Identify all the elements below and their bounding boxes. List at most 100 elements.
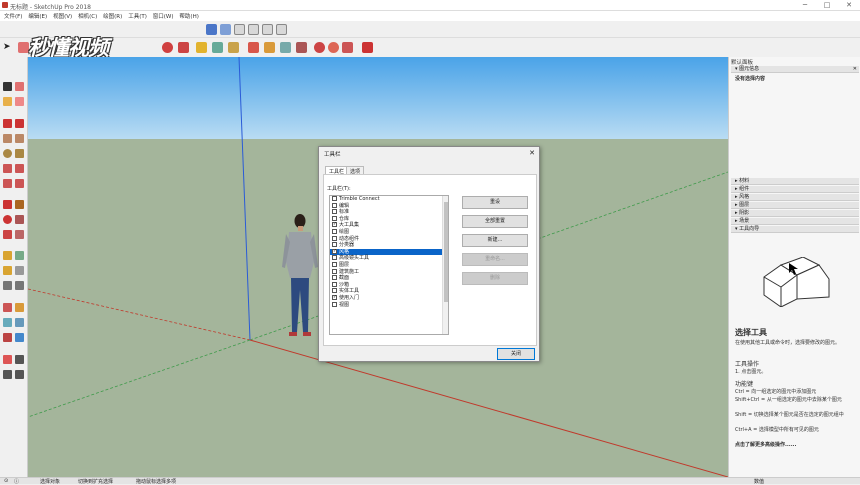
minimize-icon[interactable]: ─ [798,1,812,9]
follow-me-icon[interactable] [15,215,24,224]
toolbar-checkbox[interactable] [332,209,337,215]
rename-button[interactable]: 重命名... [462,253,528,266]
toolbar-checkbox[interactable] [332,215,337,221]
zoom-extents-tool-icon[interactable] [3,333,12,342]
orbit-tool-icon[interactable] [3,303,12,312]
new-toolbar-button[interactable]: 新建... [462,234,528,247]
toolbar-list-item[interactable]: 图层 [330,261,448,269]
toolbar-list-item[interactable]: ✓ 大工具集 [330,222,448,229]
tray-section-components[interactable]: ▸ 组件 [731,186,859,193]
line-icon[interactable] [3,119,12,128]
zoom-window-icon[interactable] [15,318,24,327]
rotate-icon[interactable] [162,42,173,53]
protractor-icon[interactable] [3,266,12,275]
ruby-icon[interactable] [362,42,373,53]
rectangle-icon[interactable] [3,134,12,143]
paint-bucket-icon[interactable] [228,42,239,53]
toolbar-checkbox[interactable]: ✓ [332,222,337,228]
pan-icon[interactable] [264,42,275,53]
scale-tool-icon[interactable] [3,230,12,239]
toolbar-checkbox[interactable] [332,228,337,234]
freehand-icon[interactable] [15,119,24,128]
toolbar-checkbox[interactable]: ✓ [332,294,337,300]
toolbar-list-item[interactable]: 视图 [330,301,448,309]
toolbar-checkbox[interactable] [332,242,337,248]
tray-section-materials[interactable]: ▸ 材料 [731,178,859,185]
tray-section-styles[interactable]: ▸ 风格 [731,194,859,201]
section-plane-icon[interactable] [15,370,24,379]
toolbar-list-item[interactable]: 截面 [330,275,448,282]
eraser-tool-icon[interactable] [15,97,24,106]
select-arrow-icon[interactable]: ➤ [3,42,11,52]
toolbar-checkbox[interactable] [332,281,337,287]
delete-button[interactable]: 删除 [462,272,528,285]
toolbar-checkbox[interactable] [332,196,337,201]
zoom-tool-icon[interactable] [3,318,12,327]
toolbar-list-item[interactable]: 绘图 [330,228,448,236]
arc-icon[interactable] [3,164,12,173]
tape-icon[interactable] [3,251,12,260]
left-view-icon[interactable] [276,24,287,35]
extensions-icon[interactable] [342,42,353,53]
toolbar-checkbox[interactable] [332,235,337,241]
menu-help[interactable]: 帮助(H) [179,12,198,20]
maximize-icon[interactable]: □ [820,1,834,9]
pie-icon[interactable] [15,179,24,188]
rotate-tool-icon[interactable] [3,215,12,224]
toolbar-checkbox[interactable] [332,268,337,274]
toolbar-checkbox[interactable] [332,275,337,281]
walk-icon[interactable] [15,355,24,364]
reset-all-button[interactable]: 全部重置 [462,215,528,228]
pan-tool-icon[interactable] [15,303,24,312]
circle-icon[interactable] [3,149,12,158]
warehouse-icon[interactable] [314,42,325,53]
orbit-icon[interactable] [248,42,259,53]
three-point-arc-icon[interactable] [3,179,12,188]
menu-file[interactable]: 文件(F) [4,12,22,20]
text-icon[interactable] [15,266,24,275]
menu-window[interactable]: 窗口(W) [153,12,174,20]
zoom-extents-icon[interactable] [296,42,307,53]
list-scrollbar[interactable] [442,196,448,334]
toolbar-checkbox[interactable] [332,301,337,307]
make-component-icon[interactable] [15,82,24,91]
toolbar-list[interactable]: Trimble Connect 编辑 标准 仓库 ✓ 大工具集 绘图 动态组件 分类器 ✓ 风格 高级… [329,195,449,335]
close-button[interactable]: 关闭 [497,348,535,360]
toolbar-list-item[interactable]: Trimble Connect [330,196,448,203]
iso-view-icon[interactable] [206,24,217,35]
menu-draw[interactable]: 绘图(R) [103,12,122,20]
polygon-icon[interactable] [15,149,24,158]
select-icon[interactable] [3,82,12,91]
toolbar-checkbox[interactable] [332,255,337,261]
menu-tools[interactable]: 工具(T) [128,12,147,20]
menu-view[interactable]: 视图(V) [53,12,72,20]
reset-button[interactable]: 重设 [462,196,528,209]
close-icon[interactable]: ✕ [529,149,535,157]
right-view-icon[interactable] [248,24,259,35]
zoom-icon[interactable] [280,42,291,53]
toolbar-checkbox[interactable] [332,202,337,208]
entity-info-header[interactable]: ▾ 图元信息 ✕ [731,66,859,73]
menu-camera[interactable]: 相机(C) [78,12,97,20]
toolbar-list-item[interactable]: 高级镜头工具 [330,255,448,262]
dimension-icon[interactable] [212,42,223,53]
tray-section-layers[interactable]: ▸ 图层 [731,202,859,209]
push-pull-icon[interactable] [15,200,24,209]
toolbar-list-item[interactable]: 分类器 [330,242,448,249]
two-point-arc-icon[interactable] [15,164,24,173]
toolbar-checkbox[interactable] [332,261,337,267]
offset-icon[interactable] [15,230,24,239]
toolbar-list-item[interactable]: ✓ 使用入门 [330,294,448,302]
instructor-advanced-link[interactable]: 点击了解更多高级操作...... [735,442,796,449]
menu-edit[interactable]: 编辑(E) [28,12,47,20]
close-icon[interactable]: ✕ [842,1,856,9]
3d-text-icon[interactable] [15,281,24,290]
position-camera-icon[interactable] [3,355,12,364]
tape-measure-icon[interactable] [196,42,207,53]
tray-section-shadows[interactable]: ▸ 阴影 [731,210,859,217]
toolbar-list-item[interactable]: 实体工具 [330,288,448,295]
move-icon[interactable] [3,200,12,209]
scale-icon[interactable] [178,42,189,53]
look-around-icon[interactable] [3,370,12,379]
axes-icon[interactable] [3,281,12,290]
